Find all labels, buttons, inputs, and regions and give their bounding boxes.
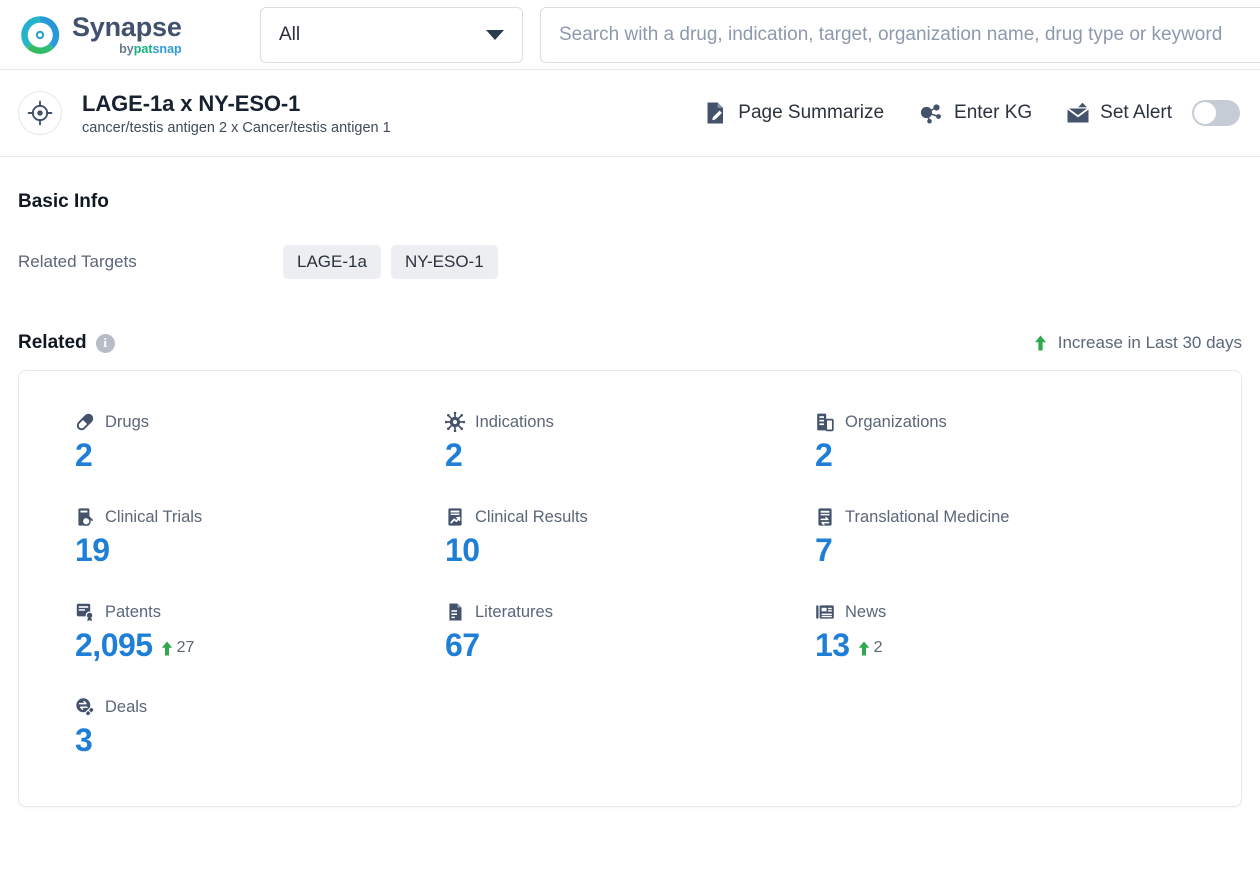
stat-translational-medicine[interactable]: Translational Medicine 7: [815, 507, 1185, 568]
stat-deals[interactable]: Deals 3: [75, 697, 445, 758]
basic-info-heading: Basic Info: [18, 191, 109, 212]
increase-legend: Increase in Last 30 days: [1034, 333, 1242, 353]
page-summarize-button[interactable]: Page Summarize: [704, 101, 884, 125]
stat-clinical-trials[interactable]: Clinical Trials 19: [75, 507, 445, 568]
set-alert-toggle[interactable]: [1192, 100, 1240, 126]
alert-mail-icon: [1066, 102, 1090, 124]
stat-drugs[interactable]: Drugs 2: [75, 412, 445, 473]
synapse-swirl-logo-icon: [18, 13, 62, 57]
stat-label: Translational Medicine: [845, 507, 1010, 526]
stat-indications[interactable]: Indications 2: [445, 412, 815, 471]
stat-label: News: [845, 602, 887, 621]
knowledge-graph-icon: [918, 101, 944, 125]
stat-value: 19: [75, 532, 110, 568]
stat-literatures[interactable]: Literatures 67: [445, 602, 815, 663]
stat-value: 7: [815, 532, 833, 568]
clinical-trial-icon: [75, 507, 95, 527]
stat-value: 2,095: [75, 627, 153, 663]
set-alert-control[interactable]: Set Alert: [1066, 100, 1240, 126]
page-summarize-label: Page Summarize: [738, 102, 885, 123]
stat-label: Clinical Results: [475, 507, 588, 526]
literature-icon: [445, 602, 465, 622]
related-section-header: Related i Increase in Last 30 days: [18, 332, 1242, 354]
patent-icon: [75, 602, 95, 622]
related-targets-label: Related Targets: [18, 252, 137, 271]
stat-label: Literatures: [475, 602, 553, 621]
stat-delta: 2: [858, 639, 883, 657]
search-category-select[interactable]: All: [260, 6, 523, 63]
stat-label: Drugs: [105, 412, 150, 431]
byline-prefix: by: [119, 41, 134, 56]
global-search-box[interactable]: [540, 6, 1260, 63]
stat-label: Indications: [475, 412, 554, 431]
translational-med-icon: [815, 507, 835, 527]
search-category-value: All: [279, 23, 301, 45]
arrow-up-icon: [161, 641, 173, 656]
entity-header: LAGE-1a x NY-ESO-1 cancer/testis antigen…: [0, 70, 1260, 157]
avatar: [18, 91, 62, 135]
related-stats-grid: Drugs 2 Indications 2 Organizations 2 Cl…: [19, 412, 1241, 756]
stat-label: Deals: [105, 697, 148, 716]
related-heading: Related: [18, 332, 87, 353]
target-crosshair-icon: [27, 100, 53, 126]
news-icon: [815, 602, 835, 622]
stat-label: Clinical Trials: [105, 507, 203, 526]
virus-icon: [445, 412, 465, 432]
related-targets-chips: LAGE-1a NY-ESO-1: [283, 245, 498, 279]
related-targets-row: Related Targets LAGE-1a NY-ESO-1: [18, 245, 1242, 279]
toggle-knob: [1194, 102, 1216, 124]
document-edit-icon: [704, 101, 728, 125]
target-chip-nyeso1[interactable]: NY-ESO-1: [390, 245, 498, 279]
stat-value: 2: [75, 437, 93, 473]
stat-label: Patents: [105, 602, 161, 621]
clinical-results-icon: [445, 507, 465, 527]
entity-actions: Page Summarize Enter KG Set Alert: [704, 100, 1240, 126]
top-bar: Synapse bypatsnap All: [0, 0, 1260, 70]
info-icon[interactable]: i: [95, 333, 115, 353]
enter-kg-label: Enter KG: [954, 102, 1033, 123]
enter-kg-button[interactable]: Enter KG: [918, 101, 1032, 125]
pill-icon: [75, 412, 95, 432]
deals-icon: [75, 697, 95, 717]
stat-delta-value: 2: [873, 639, 883, 656]
brand-name: Synapse: [72, 11, 182, 42]
brand-logo[interactable]: Synapse bypatsnap: [18, 13, 228, 57]
set-alert-label: Set Alert: [1100, 102, 1172, 123]
stat-value: 2: [815, 437, 833, 473]
stat-value: 2: [445, 437, 463, 473]
target-chip-lage1a[interactable]: LAGE-1a: [283, 245, 381, 279]
arrow-up-icon: [1034, 335, 1047, 351]
page-title: LAGE-1a x NY-ESO-1: [82, 90, 301, 116]
chevron-down-icon: [486, 29, 504, 40]
stat-value: 13: [815, 627, 850, 663]
stat-value: 10: [445, 532, 480, 568]
stat-clinical-results[interactable]: Clinical Results 10: [445, 507, 815, 568]
arrow-up-icon: [858, 641, 870, 656]
page-subtitle: cancer/testis antigen 2 x Cancer/testis …: [82, 120, 391, 137]
related-stats-card: Drugs 2 Indications 2 Organizations 2 Cl…: [18, 370, 1242, 807]
brand-byline: bypatsnap: [72, 43, 182, 56]
stat-value: 3: [75, 722, 93, 758]
stat-patents[interactable]: Patents 2,095 27: [75, 602, 445, 663]
increase-legend-label: Increase in Last 30 days: [1057, 333, 1242, 352]
stat-news[interactable]: News 13 2: [815, 602, 1185, 663]
byline-snap: snap: [152, 41, 182, 56]
stat-delta-value: 27: [176, 639, 195, 656]
byline-pat: pat: [133, 41, 153, 56]
building-icon: [815, 412, 835, 432]
stat-label: Organizations: [845, 412, 947, 431]
stat-value: 67: [445, 627, 480, 663]
search-input[interactable]: [559, 23, 1242, 46]
stat-delta: 27: [161, 639, 195, 657]
stat-organizations[interactable]: Organizations 2: [815, 412, 1185, 473]
main-content: Basic Info Related Targets LAGE-1a NY-ES…: [0, 191, 1260, 807]
